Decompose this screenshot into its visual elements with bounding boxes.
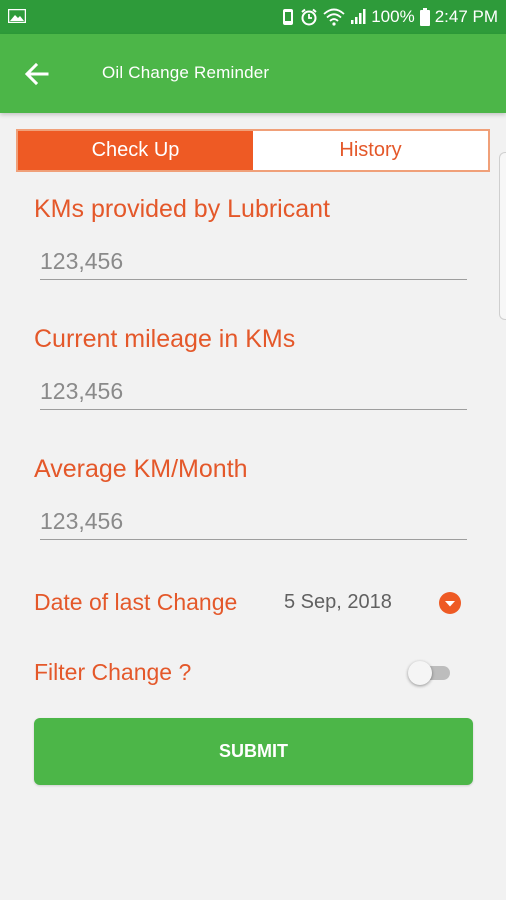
tab-bar: Check Up History <box>16 129 490 172</box>
last-change-date[interactable]: 5 Sep, 2018 <box>284 591 392 614</box>
tab-history[interactable]: History <box>253 131 488 170</box>
toggle-thumb <box>408 661 432 685</box>
avg-km-month-field <box>40 503 467 540</box>
current-mileage-field <box>40 373 467 410</box>
filter-change-label: Filter Change ? <box>34 659 192 685</box>
scroll-indicator[interactable] <box>499 152 506 320</box>
chevron-down-circle-icon[interactable] <box>439 592 461 614</box>
tab-check-up[interactable]: Check Up <box>18 131 253 170</box>
clock: 2:47 PM <box>434 7 498 26</box>
lubricant-km-field <box>40 243 467 280</box>
avg-km-month-label: Average KM/Month <box>34 455 248 483</box>
current-mileage-input[interactable] <box>40 373 467 409</box>
signal-icon <box>351 9 366 24</box>
wifi-icon <box>323 8 345 26</box>
image-icon <box>8 9 26 23</box>
battery-percent: 100% <box>371 7 415 26</box>
last-change-label: Date of last Change <box>34 589 238 615</box>
status-icons: 100% 2:47 PM <box>281 7 498 27</box>
avg-km-month-input[interactable] <box>40 503 467 539</box>
submit-button[interactable]: SUBMIT <box>34 718 473 785</box>
filter-change-toggle[interactable] <box>408 661 452 687</box>
vibrate-icon <box>283 9 294 25</box>
battery-icon <box>419 8 430 26</box>
arrow-left-icon[interactable] <box>22 59 52 89</box>
status-bar: 100% 2:47 PM <box>0 0 506 34</box>
page-title: Oil Change Reminder <box>102 63 270 82</box>
lubricant-km-label: KMs provided by Lubricant <box>34 195 330 223</box>
alarm-icon <box>301 8 317 26</box>
current-mileage-label: Current mileage in KMs <box>34 325 296 353</box>
lubricant-km-input[interactable] <box>40 243 467 279</box>
app-bar: Oil Change Reminder <box>0 34 506 113</box>
